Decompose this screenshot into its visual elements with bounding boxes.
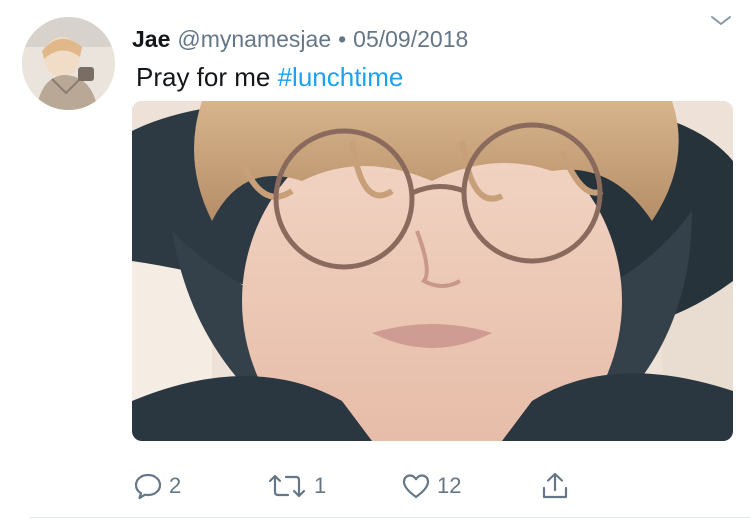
avatar[interactable] bbox=[22, 17, 115, 110]
tweet-text: Pray for me #lunchtime bbox=[136, 61, 403, 93]
tweet-date[interactable]: 05/09/2018 bbox=[353, 26, 468, 53]
tweet-divider bbox=[30, 517, 750, 518]
share-button[interactable] bbox=[539, 466, 571, 506]
retweet-button[interactable]: 1 bbox=[266, 466, 326, 506]
separator-dot: • bbox=[338, 26, 347, 52]
speech-bubble-icon bbox=[133, 471, 163, 501]
reply-button[interactable]: 2 bbox=[133, 466, 181, 506]
like-count: 12 bbox=[437, 473, 462, 498]
retweet-count: 1 bbox=[314, 473, 327, 498]
author-handle[interactable]: @mynamesjae bbox=[177, 26, 331, 53]
share-upload-icon bbox=[539, 470, 571, 502]
author-name[interactable]: Jae bbox=[132, 26, 170, 53]
reply-count: 2 bbox=[169, 473, 182, 498]
like-button[interactable]: 12 bbox=[401, 466, 461, 506]
tweet-header: Jae @mynamesjae • 05/09/2018 bbox=[132, 26, 468, 56]
hashtag-link[interactable]: #lunchtime bbox=[278, 62, 404, 92]
chevron-down-icon[interactable] bbox=[708, 12, 734, 30]
tweet-actions: 2 1 12 bbox=[0, 466, 750, 506]
tweet-text-body: Pray for me bbox=[136, 62, 278, 92]
retweet-arrows-icon bbox=[266, 471, 308, 501]
heart-outline-icon bbox=[401, 471, 431, 501]
tweet-photo[interactable] bbox=[132, 101, 733, 441]
